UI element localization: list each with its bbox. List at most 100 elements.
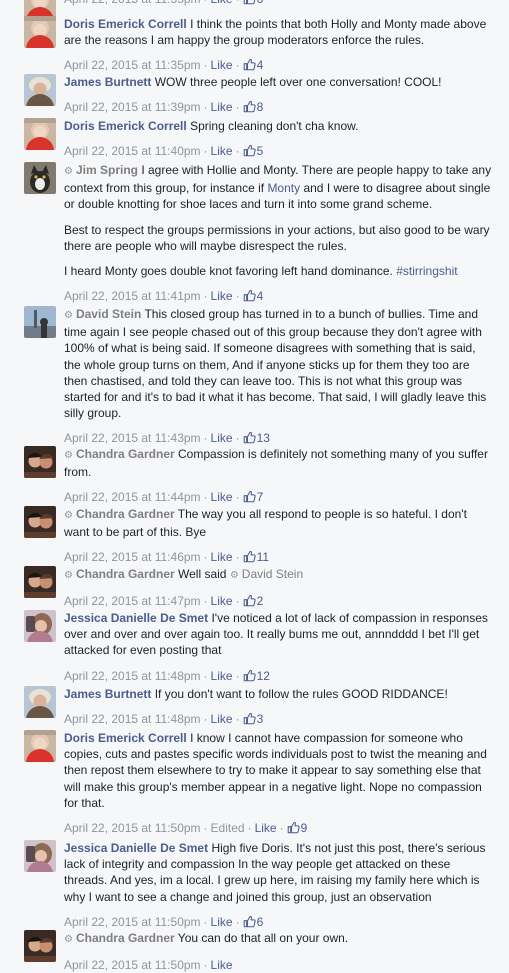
- like-button[interactable]: Like: [211, 669, 233, 683]
- like-count-number: 6: [257, 0, 264, 6]
- author-name: Chandra Gardner: [75, 507, 175, 521]
- thumbs-up-icon: [243, 290, 256, 302]
- separator: ·: [203, 594, 208, 609]
- comment-meta: April 22, 2015 at 11:50pm · Edited · Like · 9: [64, 820, 495, 836]
- comment-meta: April 22, 2015 at 11:43pm · Like · 13: [64, 430, 495, 446]
- separator: ·: [247, 821, 252, 836]
- comment-text: ⚙ Chandra Gardner The way you all respond…: [64, 506, 495, 540]
- avatar[interactable]: [24, 930, 56, 962]
- gear-icon: ⚙: [64, 310, 73, 321]
- comment-meta: April 22, 2015 at 11:35pm·Like·6: [64, 0, 495, 7]
- like-button[interactable]: Like: [211, 0, 233, 6]
- author-name[interactable]: James Burtnett: [64, 75, 151, 89]
- timestamp[interactable]: April 22, 2015 at 11:50pm: [64, 915, 201, 929]
- gear-icon: ⚙: [64, 510, 73, 521]
- like-button[interactable]: Like: [211, 431, 233, 445]
- avatar[interactable]: [24, 162, 56, 194]
- thumbs-up-icon: [243, 0, 255, 5]
- comment-text: ⚙ Chandra Gardner You can do that all on …: [64, 930, 495, 948]
- timestamp[interactable]: April 22, 2015 at 11:50pm: [64, 821, 201, 835]
- tag-link[interactable]: #stirringshit: [396, 264, 457, 278]
- separator: ·: [203, 289, 208, 304]
- comment-body: ⚙ Chandra Gardner The way you all respond…: [64, 506, 495, 565]
- author-name[interactable]: Jessica Danielle De Smet: [64, 611, 208, 625]
- like-count[interactable]: 6: [243, 914, 264, 929]
- comment-body: James Burtnett WOW three people left ove…: [64, 74, 495, 115]
- edited-label[interactable]: Edited: [211, 821, 245, 835]
- like-count-number: 5: [256, 144, 264, 159]
- comment-body: Jessica Danielle De Smet I've noticed a …: [64, 610, 495, 684]
- like-count[interactable]: 12: [243, 669, 270, 683]
- thumbs-up-icon: [243, 669, 256, 681]
- timestamp[interactable]: April 22, 2015 at 11:43pm: [64, 431, 201, 445]
- like-count[interactable]: 5: [243, 144, 264, 159]
- like-button[interactable]: Like: [211, 712, 233, 726]
- timestamp[interactable]: April 22, 2015 at 11:35pm: [64, 58, 201, 72]
- avatar[interactable]: [24, 566, 56, 598]
- comment-text-content: I heard Monty goes double knot favoring …: [64, 264, 397, 279]
- separator: ·: [279, 821, 284, 836]
- like-button[interactable]: Like: [211, 915, 233, 929]
- thumbs-up-icon: [243, 491, 256, 503]
- comment-meta: April 22, 2015 at 11:41pm · Like · 4: [64, 288, 495, 304]
- comment-meta: April 22, 2015 at 11:50pm · Like · 6: [64, 914, 495, 930]
- like-button[interactable]: Like: [211, 289, 233, 303]
- avatar[interactable]: [24, 506, 56, 538]
- like-button[interactable]: Like: [211, 144, 233, 158]
- separator: ·: [203, 668, 208, 683]
- like-count-number: 6: [256, 914, 264, 929]
- timestamp[interactable]: April 22, 2015 at 11:46pm: [64, 550, 201, 564]
- timestamp[interactable]: April 22, 2015 at 11:47pm: [64, 594, 201, 608]
- comment-text: ⚙ David Stein This closed group has turne…: [64, 306, 495, 421]
- like-count[interactable]: 11: [243, 550, 269, 564]
- like-count[interactable]: 3: [243, 712, 263, 726]
- like-button[interactable]: Like: [211, 100, 233, 114]
- like-count[interactable]: 4: [243, 58, 263, 72]
- like-count[interactable]: 9: [287, 821, 307, 835]
- like-count[interactable]: 6: [243, 0, 264, 6]
- avatar[interactable]: [24, 610, 56, 642]
- timestamp[interactable]: April 22, 2015 at 11:48pm: [64, 669, 201, 683]
- thumbs-up-icon: [243, 432, 256, 444]
- author-name[interactable]: Doris Emerick Correll: [64, 731, 187, 745]
- avatar[interactable]: [24, 16, 56, 48]
- avatar[interactable]: [24, 74, 56, 106]
- like-button[interactable]: Like: [211, 550, 233, 564]
- timestamp[interactable]: April 22, 2015 at 11:48pm: [64, 712, 201, 726]
- timestamp[interactable]: April 22, 2015 at 11:35pm: [64, 0, 201, 6]
- like-count[interactable]: 4: [243, 289, 263, 303]
- like-button[interactable]: Like: [211, 58, 233, 72]
- avatar[interactable]: [24, 306, 56, 338]
- timestamp[interactable]: April 22, 2015 at 11:41pm: [64, 289, 201, 303]
- timestamp[interactable]: April 22, 2015 at 11:50pm: [64, 958, 201, 972]
- like-count[interactable]: 2: [243, 594, 264, 609]
- author-name[interactable]: Doris Emerick Correll: [64, 119, 187, 133]
- like-count[interactable]: 13: [243, 431, 270, 445]
- avatar[interactable]: [24, 446, 56, 478]
- avatar[interactable]: [24, 730, 56, 762]
- tag-link[interactable]: Monty: [267, 181, 300, 195]
- avatar[interactable]: [24, 840, 56, 872]
- thumbs-up-icon: [287, 821, 300, 834]
- separator: ·: [201, 0, 211, 6]
- separator: ·: [235, 144, 240, 159]
- timestamp[interactable]: April 22, 2015 at 11:40pm: [64, 144, 201, 158]
- like-button[interactable]: Like: [211, 594, 233, 608]
- gear-icon: ⚙: [229, 570, 239, 581]
- like-count[interactable]: 7: [243, 490, 263, 504]
- avatar[interactable]: [24, 686, 56, 718]
- author-name[interactable]: Doris Emerick Correll: [64, 17, 187, 31]
- comment-text: Jessica Danielle De Smet High five Doris…: [64, 840, 495, 905]
- like-button[interactable]: Like: [211, 490, 233, 504]
- separator: ·: [233, 0, 243, 6]
- avatar[interactable]: [24, 118, 56, 150]
- author-name[interactable]: Jessica Danielle De Smet: [64, 841, 208, 855]
- like-button[interactable]: Like: [255, 821, 277, 835]
- comment-text: ⚙ Chandra Gardner Well said ⚙ David Stein: [64, 566, 495, 584]
- like-button[interactable]: Like: [211, 958, 233, 972]
- author-name[interactable]: James Burtnett: [64, 687, 151, 701]
- timestamp[interactable]: April 22, 2015 at 11:44pm: [64, 490, 201, 504]
- like-count[interactable]: 8: [243, 100, 263, 114]
- like-count-number: 2: [256, 594, 264, 609]
- timestamp[interactable]: April 22, 2015 at 11:39pm: [64, 100, 201, 114]
